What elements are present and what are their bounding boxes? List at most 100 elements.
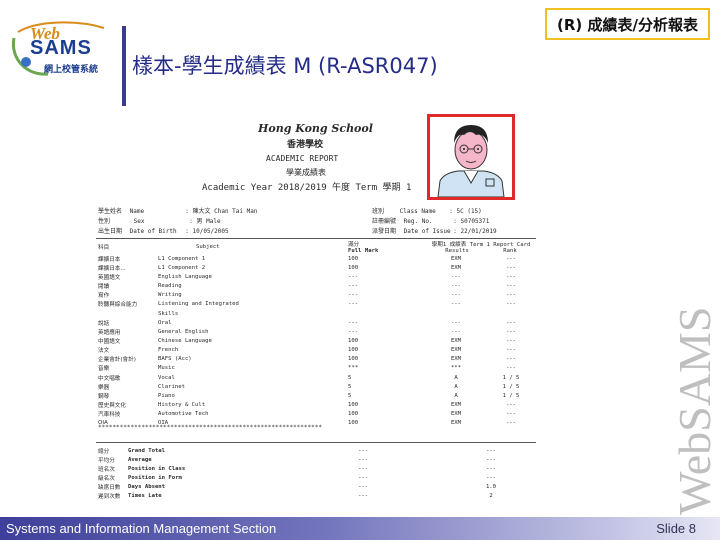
info-name: 學生姓名 Name : 陳大文 Chan Tai Man (98, 206, 257, 215)
summary-value-1: --- (358, 483, 369, 490)
result-cell: EXM (450, 356, 462, 363)
fullmark-cell: --- (348, 292, 359, 299)
websams-watermark: WebSAMS (669, 306, 720, 515)
table-row: 鋼琴 Piano 5 A 1 / 5 (96, 391, 536, 400)
subject-en-cell: Vocal (158, 374, 175, 381)
rank-cell: --- (505, 301, 517, 308)
table-row: 樂器 Clarinet 5 A 1 / 5 (96, 382, 536, 391)
rank-cell: --- (505, 319, 517, 326)
rank-cell: --- (505, 402, 517, 409)
summary-value-2: 1.0 (485, 483, 497, 490)
subject-cn-cell: 音樂 (98, 366, 110, 373)
table-row: 音樂 Music *** *** --- (96, 364, 536, 373)
rank-cell: --- (505, 264, 517, 271)
summary-label-en: Grand Total (128, 447, 166, 454)
rank-cell: 1 / 5 (502, 374, 520, 381)
fullmark-cell: 100 (348, 337, 359, 344)
table-row: 課擴日本... L1 Component 2 100 EXM --- (96, 263, 536, 272)
table-top-rule (96, 238, 536, 239)
subject-cn-cell: 鋼琴 (98, 393, 110, 400)
rank-cell: --- (505, 356, 517, 363)
fullmark-cell: --- (348, 273, 359, 280)
table-row: 中文唱歌 Vocal 5 A 1 / 5 (96, 373, 536, 382)
report-title-cn: 學業成績表 (286, 168, 326, 177)
subject-en-cell: Clarinet (158, 383, 185, 390)
summary-row: 遲到次數 Times Late --- 2 (96, 491, 536, 500)
result-cell: --- (450, 319, 462, 326)
summary-row: 缺席日數 Days Absent --- 1.0 (96, 482, 536, 491)
subject-en-cell: BAFS (Acc) (158, 356, 192, 363)
logo-subtitle: 網上校管系統 (44, 65, 99, 75)
fullmark-cell: 5 (348, 383, 352, 390)
result-cell (426, 309, 486, 318)
subject-en-cell: Music (158, 365, 175, 372)
rank-cell: --- (505, 420, 517, 427)
summary-row: 班名次 Position in Class --- --- (96, 464, 536, 473)
fullmark-cell (346, 309, 426, 318)
subject-cn-cell: 聆聽與綜合能力 (98, 302, 138, 309)
subject-cn-cell: 法文 (98, 348, 110, 355)
table-row: 企業會計(會計) BAFS (Acc) 100 EXM --- (96, 355, 536, 364)
subject-cn-cell: 中文唱歌 (98, 375, 121, 382)
info-label-en: Reg. No. (403, 218, 433, 225)
subject-cn-cell: 樂器 (98, 384, 110, 391)
summary-label-cn: 級名次 (98, 475, 115, 482)
summary-value-1: --- (358, 447, 369, 454)
fullmark-cell: 100 (348, 356, 359, 363)
subject-en-cell: General English (158, 328, 209, 335)
summary-label-en: Times Late (128, 492, 162, 499)
fullmark-cell: 100 (348, 347, 359, 354)
summary-value-2: --- (485, 447, 497, 454)
subject-cn-cell (96, 309, 156, 318)
subject-cn-cell: 中國語文 (98, 338, 121, 345)
subject-en-cell: Chinese Language (158, 337, 212, 344)
summary-value-1: --- (358, 456, 369, 463)
fullmark-cell: --- (348, 319, 359, 326)
rank-cell: 1 / 5 (502, 383, 520, 390)
rank-cell: --- (505, 273, 517, 280)
col-fullmark-cn: 滿分 (348, 242, 360, 248)
col-subject-cn: 科目 (98, 245, 110, 251)
summary-label-cn: 平均分 (98, 457, 115, 464)
info-label-cn: 註冊編號 (372, 218, 397, 225)
fullmark-cell: --- (348, 301, 359, 308)
subject-cn-cell: 企業會計(會計) (98, 357, 136, 364)
student-avatar-icon (437, 125, 505, 198)
table-end-dashes: ****************************************… (98, 424, 322, 431)
info-regno: 註冊編號 Reg. No. : S0705371 (372, 216, 489, 225)
table-header-row: 科目 Subject 滿分 Full Mark 學期1 成績表 Term 1 R… (96, 240, 536, 254)
rank-cell: --- (505, 347, 517, 354)
result-cell: --- (450, 301, 462, 308)
table-row: 說話 Oral --- --- --- (96, 318, 536, 327)
table-row: 英語應用 General English --- --- --- (96, 327, 536, 336)
footer-bar: Systems and Information Management Secti… (0, 517, 720, 540)
result-cell: EXM (450, 264, 462, 271)
rank-cell (486, 309, 536, 318)
table-row: 寫作 Writing --- --- --- (96, 291, 536, 300)
subject-cn-cell: 歷史與文化 (98, 403, 126, 410)
summary-top-rule (96, 442, 536, 443)
info-class: 班別 Class Name : 5C (15) (372, 206, 482, 215)
table-row: 歷史與文化 History & Cult 100 EXM --- (96, 401, 536, 410)
col-results: Results (445, 248, 469, 254)
summary-value-1: --- (358, 492, 369, 499)
rank-cell: --- (505, 328, 517, 335)
subject-cn-cell: 汽車科技 (98, 412, 121, 419)
table-row: 法文 French 100 EXM --- (96, 346, 536, 355)
result-cell: EXM (450, 420, 462, 427)
info-value: : S0705371 (453, 218, 490, 225)
subject-en-cell: Skills (158, 310, 179, 317)
subject-cn-cell: 英語應用 (98, 329, 121, 336)
fullmark-cell: --- (348, 328, 359, 335)
websams-logo: Web SAMS 網上校管系統 (8, 18, 120, 82)
fullmark-cell: 100 (348, 255, 359, 262)
summary-label-en: Position in Class (128, 465, 186, 472)
table-row: 課擴日本 L1 Component 1 100 EXM --- (96, 254, 536, 263)
slide-title: 樣本-學生成績表 M (R-ASR047) (132, 54, 438, 78)
summary-label-cn: 班名次 (98, 466, 115, 473)
table-row: 閱讀 Reading --- --- --- (96, 281, 536, 290)
subject-en-cell: Reading (158, 283, 182, 290)
col-term-head: 學期1 成績表 Term 1 Report Card (431, 242, 531, 248)
section-tag: (R) 成績表/分析報表 (545, 8, 710, 40)
fullmark-cell: 100 (348, 420, 359, 427)
